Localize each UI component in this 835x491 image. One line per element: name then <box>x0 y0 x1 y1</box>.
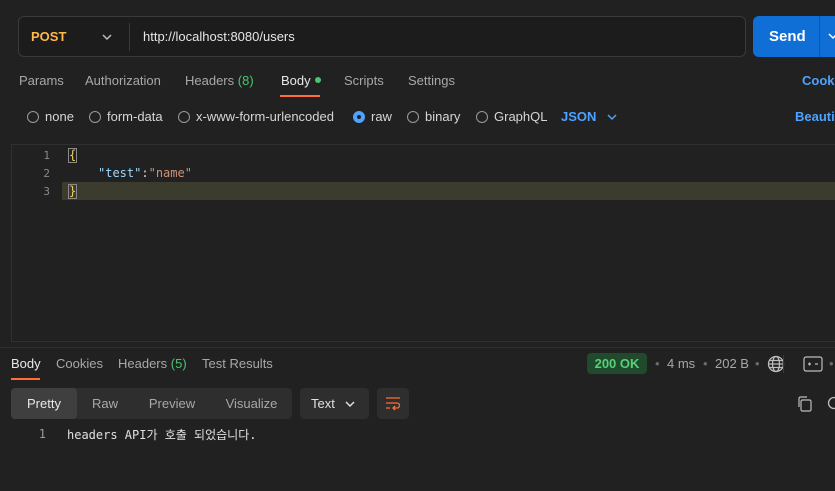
response-active-tab-indicator <box>11 378 40 380</box>
chevron-down-icon[interactable] <box>606 111 618 126</box>
format-select[interactable]: JSON <box>561 109 596 124</box>
radio-urlencoded-label: x-www-form-urlencoded <box>196 109 334 124</box>
view-pretty[interactable]: Pretty <box>11 388 77 419</box>
url-bar: POST http://localhost:8080/users <box>18 16 746 57</box>
save-response-icon[interactable] <box>803 355 823 376</box>
tab-params[interactable]: Params <box>19 73 64 88</box>
radio-circle-icon <box>89 111 101 123</box>
radio-none[interactable]: none <box>27 109 74 124</box>
radio-graphql-label: GraphQL <box>494 109 548 124</box>
radio-raw-label: raw <box>371 109 392 124</box>
meta-separator: • <box>829 356 834 371</box>
beautify-button[interactable]: Beautify <box>795 109 835 124</box>
chevron-down-icon[interactable] <box>101 31 113 46</box>
send-label: Send <box>769 28 806 45</box>
url-divider <box>129 23 130 51</box>
wrap-lines-icon <box>384 394 402 415</box>
code-line-2: "test":"name" <box>98 166 192 180</box>
current-line-highlight <box>62 182 835 200</box>
method-select[interactable]: POST <box>31 29 66 44</box>
response-headers-count: (5) <box>170 356 187 371</box>
close-brace: } <box>68 184 78 199</box>
radio-form-data[interactable]: form-data <box>89 109 163 124</box>
response-body-text[interactable]: headers API가 호출 되었습니다. <box>67 426 256 443</box>
search-icon[interactable] <box>826 395 835 416</box>
tab-scripts[interactable]: Scripts <box>344 73 384 88</box>
meta-separator: • <box>755 356 760 371</box>
headers-count: (8) <box>237 73 254 88</box>
response-tab-test-results[interactable]: Test Results <box>202 356 273 371</box>
tab-settings[interactable]: Settings <box>408 73 455 88</box>
meta-separator: • <box>655 356 660 371</box>
line-number: 3 <box>43 185 50 198</box>
radio-graphql[interactable]: GraphQL <box>476 109 547 124</box>
radio-selected-icon <box>353 111 365 123</box>
line-number: 1 <box>43 149 50 162</box>
view-visualize[interactable]: Visualize <box>211 388 292 419</box>
radio-binary-label: binary <box>425 109 461 124</box>
send-divider <box>819 16 820 57</box>
radio-circle-icon <box>178 111 190 123</box>
line-number: 2 <box>43 167 50 180</box>
cookies-link[interactable]: Cookies <box>802 73 835 88</box>
request-body-editor[interactable]: 1 2 3 { "test":"name" } <box>11 144 835 342</box>
send-button[interactable]: Send <box>753 16 835 57</box>
wrap-lines-button[interactable] <box>377 388 409 419</box>
radio-urlencoded[interactable]: x-www-form-urlencoded <box>178 109 334 124</box>
radio-binary[interactable]: binary <box>407 109 460 124</box>
code-line-3: } <box>68 184 78 199</box>
response-divider <box>0 347 835 348</box>
json-value: "name" <box>148 166 192 180</box>
meta-separator-bar <box>783 353 785 378</box>
active-tab-indicator <box>280 95 320 97</box>
copy-icon[interactable] <box>796 395 814 416</box>
tab-body-label: Body <box>281 73 311 88</box>
view-mode-segmented: Pretty Raw Preview Visualize <box>11 388 292 419</box>
content-type-select[interactable]: Text <box>300 388 369 419</box>
view-preview[interactable]: Preview <box>133 388 211 419</box>
status-badge[interactable]: 200 OK <box>587 353 647 374</box>
response-tab-body[interactable]: Body <box>11 356 41 371</box>
response-tab-headers-label: Headers <box>118 356 168 371</box>
response-time[interactable]: 4 ms <box>667 356 695 371</box>
body-type-options: none form-data x-www-form-urlencoded raw… <box>0 109 835 129</box>
body-modified-dot-icon <box>314 77 321 83</box>
code-line-1: { <box>68 148 78 163</box>
tab-body[interactable]: Body <box>281 73 321 88</box>
response-tab-headers[interactable]: Headers (5) <box>118 356 187 371</box>
radio-raw[interactable]: raw <box>353 109 392 124</box>
radio-circle-icon <box>27 111 39 123</box>
tab-headers-label: Headers <box>185 73 235 88</box>
response-size[interactable]: 202 B <box>715 356 749 371</box>
radio-none-label: none <box>45 109 74 124</box>
url-input[interactable]: http://localhost:8080/users <box>143 29 295 44</box>
chevron-down-icon <box>344 398 356 413</box>
response-tab-cookies[interactable]: Cookies <box>56 356 103 371</box>
radio-circle-icon <box>476 111 488 123</box>
radio-form-data-label: form-data <box>107 109 163 124</box>
open-brace: { <box>68 148 78 163</box>
content-type-label: Text <box>311 396 335 411</box>
tab-headers[interactable]: Headers (8) <box>185 73 254 88</box>
json-colon: : <box>141 166 149 180</box>
send-options-chevron-icon[interactable] <box>827 30 835 45</box>
json-key: "test" <box>98 166 142 180</box>
tab-authorization[interactable]: Authorization <box>85 73 161 88</box>
radio-circle-icon <box>407 111 419 123</box>
view-raw[interactable]: Raw <box>77 388 133 419</box>
meta-separator: • <box>703 356 708 371</box>
response-line-number: 1 <box>38 427 46 441</box>
